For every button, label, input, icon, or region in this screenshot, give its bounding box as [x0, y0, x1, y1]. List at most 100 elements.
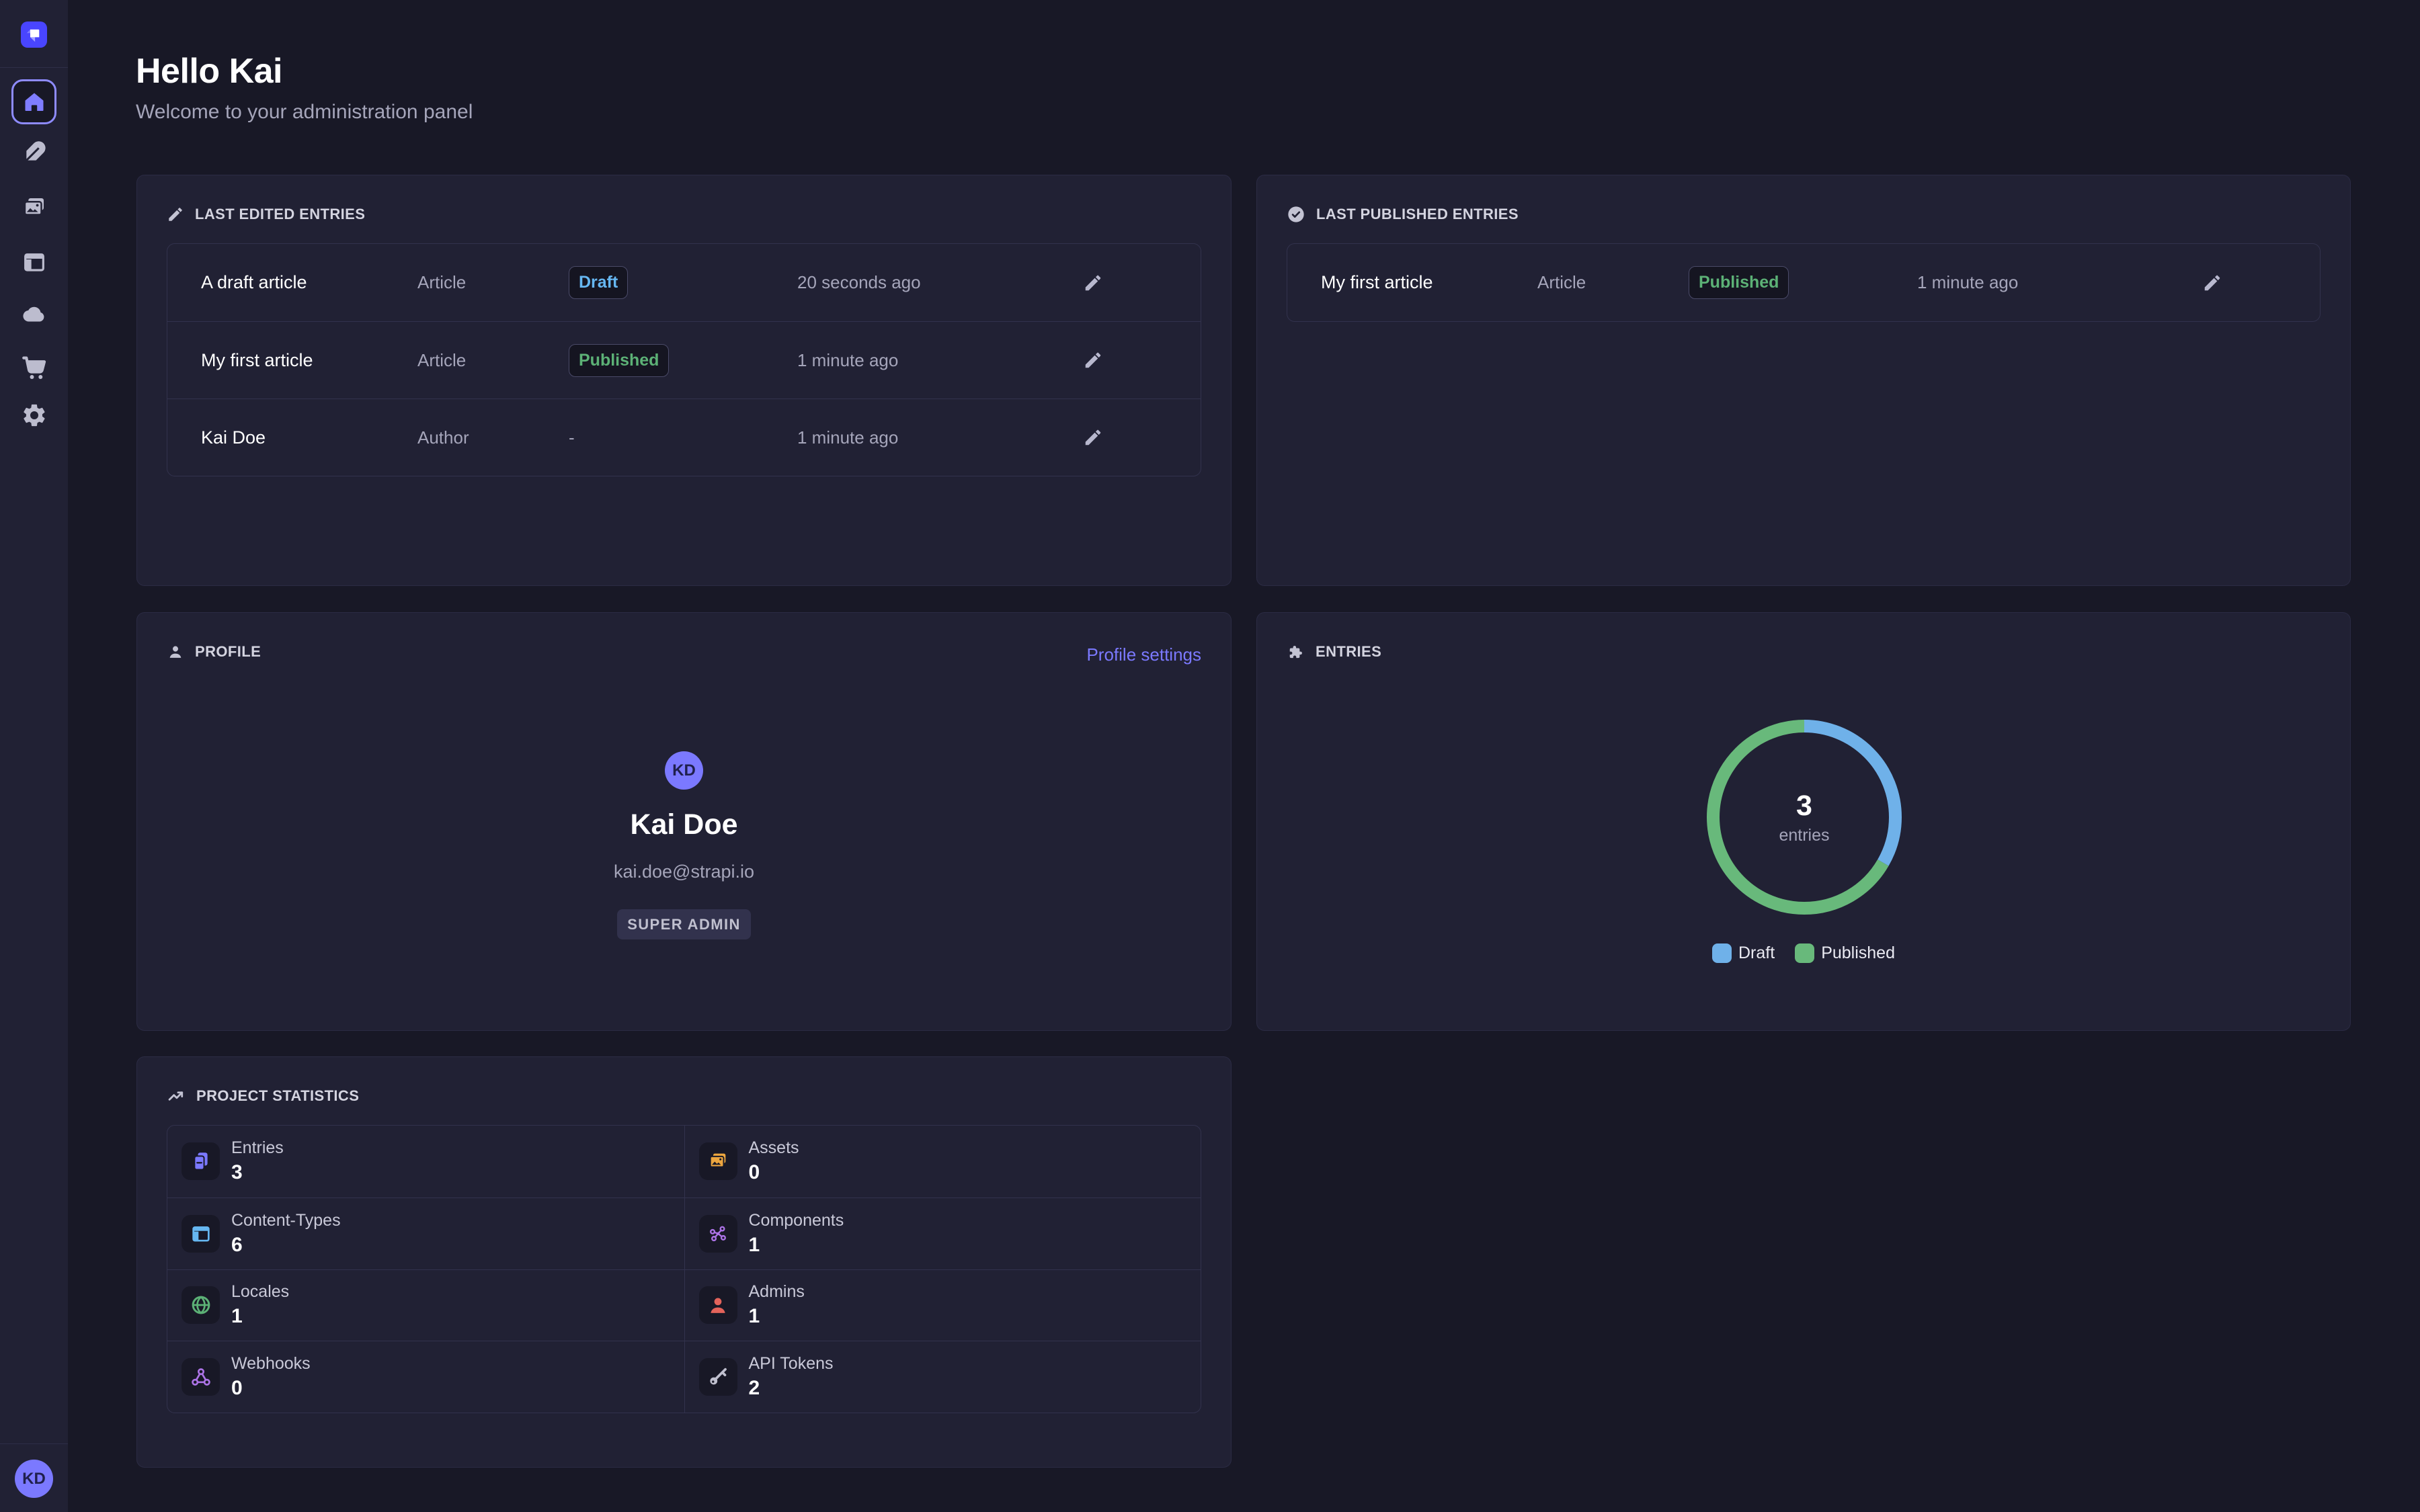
stat-value: 6: [231, 1234, 341, 1257]
pictures-icon: [707, 1150, 729, 1173]
stat-value: 1: [231, 1305, 289, 1328]
sidebar-bottom-divider: [0, 1443, 68, 1444]
sidebar-divider: [0, 67, 68, 68]
published-swatch: [1795, 943, 1814, 963]
stat-api-tokens: API Tokens 2: [684, 1341, 1201, 1413]
stat-components: Components 1: [684, 1198, 1201, 1269]
sidebar-item-content-manager[interactable]: [0, 138, 68, 167]
legend-label: Draft: [1738, 943, 1775, 963]
legend-item-published: Published: [1795, 943, 1895, 963]
status-badge: -: [569, 427, 575, 448]
pencil-icon: [2202, 273, 2222, 293]
nodes-icon: [707, 1222, 729, 1245]
project-statistics-panel: PROJECT STATISTICS Entries 3 Assets 0: [136, 1056, 1232, 1468]
edit-button[interactable]: [1039, 350, 1147, 370]
check-circle-icon: [1287, 205, 1305, 224]
page-title: Hello Kai: [136, 51, 282, 91]
profile-panel: PROFILE Profile settings KD Kai Doe kai.…: [136, 612, 1232, 1031]
trending-up-icon: [167, 1087, 186, 1105]
table-row[interactable]: My first article Article Published 1 min…: [167, 321, 1201, 398]
gear-icon: [21, 402, 48, 429]
webhook-icon: [190, 1366, 212, 1388]
puzzle-icon: [1287, 643, 1305, 661]
feather-icon: [21, 139, 48, 166]
sidebar-item-home[interactable]: [11, 79, 56, 124]
entries-donut-chart: 3 entries: [1707, 720, 1902, 915]
last-published-table: My first article Article Published 1 min…: [1287, 243, 2321, 322]
stat-value: 0: [749, 1161, 799, 1184]
pencil-icon: [1083, 427, 1103, 448]
stat-assets: Assets 0: [684, 1126, 1201, 1198]
stat-label: Webhooks: [231, 1354, 311, 1374]
entry-time: 1 minute ago: [797, 350, 1039, 371]
file-icon: [190, 1150, 212, 1173]
last-edited-entries-panel: LAST EDITED ENTRIES A draft article Arti…: [136, 175, 1232, 586]
entry-time: 1 minute ago: [1917, 272, 2159, 293]
panel-title: ENTRIES: [1316, 643, 1381, 661]
legend-item-draft: Draft: [1712, 943, 1775, 963]
stat-entries: Entries 3: [167, 1126, 684, 1198]
panel-title: LAST EDITED ENTRIES: [195, 206, 365, 223]
chart-legend: Draft Published: [1257, 943, 2350, 963]
sidebar: KD: [0, 0, 68, 1512]
stat-label: Locales: [231, 1282, 289, 1302]
edit-button[interactable]: [2159, 273, 2266, 293]
stat-label: API Tokens: [749, 1354, 834, 1374]
status-badge: Published: [1689, 266, 1789, 299]
sidebar-item-marketplace[interactable]: [0, 353, 68, 382]
entry-name: A draft article: [201, 272, 417, 293]
donut-total: 3: [1796, 790, 1812, 823]
status-badge: Draft: [569, 266, 628, 299]
strapi-logo-icon: [21, 22, 47, 48]
edit-button[interactable]: [1039, 273, 1147, 293]
stat-label: Components: [749, 1211, 844, 1230]
stat-webhooks: Webhooks 0: [167, 1341, 684, 1413]
user-avatar[interactable]: KD: [15, 1460, 53, 1498]
stat-label: Admins: [749, 1282, 805, 1302]
sidebar-item-cloud[interactable]: [0, 300, 68, 329]
sidebar-item-content-type-builder[interactable]: [0, 247, 68, 277]
entry-time: 20 seconds ago: [797, 272, 1039, 293]
stat-value: 1: [749, 1234, 844, 1257]
table-row[interactable]: My first article Article Published 1 min…: [1287, 244, 2320, 321]
home-icon: [22, 90, 46, 114]
panel-title: PROJECT STATISTICS: [196, 1087, 359, 1105]
stat-value: 0: [231, 1377, 311, 1400]
entry-name: My first article: [201, 350, 417, 371]
media-library-icon: [20, 194, 48, 222]
entries-panel: ENTRIES 3 entries Draft Published: [1256, 612, 2351, 1031]
entry-type: Article: [417, 272, 569, 293]
entry-time: 1 minute ago: [797, 427, 1039, 448]
person-icon: [707, 1294, 729, 1316]
stat-locales: Locales 1: [167, 1269, 684, 1341]
stat-value: 3: [231, 1161, 284, 1184]
last-edited-table: A draft article Article Draft 20 seconds…: [167, 243, 1201, 476]
entry-name: My first article: [1321, 272, 1537, 293]
sidebar-item-media-library[interactable]: [0, 193, 68, 222]
sidebar-item-settings[interactable]: [0, 401, 68, 430]
cart-icon: [20, 353, 48, 382]
cloud-icon: [20, 300, 48, 329]
status-badge: Published: [569, 344, 669, 377]
pencil-icon: [1083, 273, 1103, 293]
statistics-table: Entries 3 Assets 0 Content-Types 6: [167, 1125, 1201, 1413]
legend-label: Published: [1821, 943, 1895, 963]
edit-button[interactable]: [1039, 427, 1147, 448]
last-published-entries-panel: LAST PUBLISHED ENTRIES My first article …: [1256, 175, 2351, 586]
draft-swatch: [1712, 943, 1732, 963]
pencil-icon: [167, 206, 184, 223]
table-row[interactable]: Kai Doe Author - 1 minute ago: [167, 398, 1201, 476]
donut-total-label: entries: [1779, 826, 1829, 845]
entry-type: Author: [417, 427, 569, 448]
profile-email: kai.doe@strapi.io: [614, 862, 754, 882]
profile-name: Kai Doe: [630, 808, 737, 841]
layout-icon: [190, 1222, 212, 1245]
stat-label: Assets: [749, 1138, 799, 1158]
table-row[interactable]: A draft article Article Draft 20 seconds…: [167, 244, 1201, 321]
layout-icon: [21, 249, 48, 276]
stat-value: 1: [749, 1305, 805, 1328]
entry-type: Article: [417, 350, 569, 371]
strapi-logo[interactable]: [21, 22, 47, 48]
page-subtitle: Welcome to your administration panel: [136, 101, 473, 124]
globe-icon: [190, 1294, 212, 1316]
